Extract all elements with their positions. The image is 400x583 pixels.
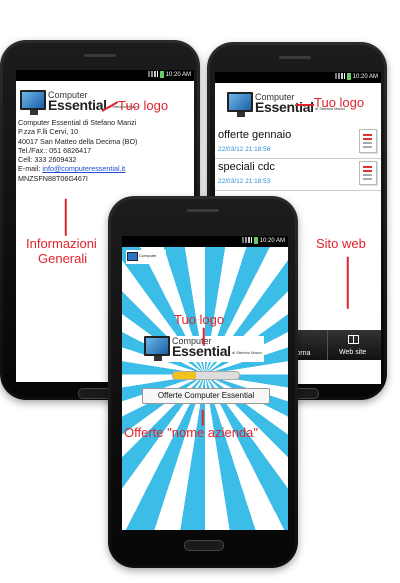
info-line: Tel./Fax.: 051 6826417 bbox=[18, 145, 92, 155]
annotation-logo-left: Tuo logo bbox=[118, 98, 169, 113]
info-line: Computer Essential di Stefano Manzi bbox=[18, 118, 137, 127]
list-item[interactable]: speciali cdc 22/03/12 21:18:53 bbox=[215, 158, 381, 191]
annotation-line bbox=[202, 409, 204, 426]
annotation-logo-center: Tuo logo bbox=[174, 312, 225, 327]
info-line: 40017 San Matteo della Decima (BO) bbox=[18, 136, 138, 146]
email-link[interactable]: info@computeressential.it bbox=[42, 164, 125, 173]
web-site-label: Web site bbox=[339, 349, 367, 356]
monitor-icon bbox=[20, 90, 46, 115]
status-time: 10:20 AM bbox=[259, 238, 285, 244]
status-time: 10:20 AM bbox=[352, 74, 378, 80]
annotation-line bbox=[347, 256, 349, 309]
monitor-icon bbox=[227, 92, 253, 117]
document-thumbnail-icon bbox=[359, 161, 377, 185]
logo-small-text: di Stefano Manzi bbox=[232, 350, 262, 355]
phone-speaker bbox=[84, 54, 116, 57]
monitor-icon bbox=[144, 336, 170, 361]
monitor-icon bbox=[127, 252, 138, 261]
annotation-logo-right: Tuo logo bbox=[314, 95, 365, 110]
annotation-line bbox=[65, 198, 67, 236]
annotation-web: Sito web bbox=[316, 236, 366, 251]
header-logo: Computer bbox=[126, 250, 166, 264]
logo-mini-text: Computer bbox=[139, 253, 157, 258]
info-line: Cell: 333 2609432 bbox=[18, 155, 77, 165]
annotation-line bbox=[203, 327, 205, 346]
logo-main-text: Essential bbox=[255, 99, 314, 115]
logo-main-text: Essential bbox=[48, 97, 107, 113]
status-bar: 10:20 AM bbox=[122, 236, 288, 247]
annotation-info-line2: Generali bbox=[38, 251, 88, 266]
item-date: 22/03/12 21:18:53 bbox=[218, 178, 271, 185]
list-item[interactable]: offerte gennaio 22/03/12 21:18:56 bbox=[215, 126, 381, 159]
info-code: MNZSFN88T06G467I bbox=[18, 173, 88, 183]
home-button[interactable] bbox=[184, 540, 224, 551]
item-date: 22/03/12 21:18:56 bbox=[218, 146, 271, 153]
web-site-icon bbox=[348, 335, 359, 344]
phone-center: 10:20 AM Computer Computer Essential di … bbox=[108, 196, 298, 568]
screen-center: 10:20 AM Computer Computer Essential di … bbox=[122, 236, 288, 530]
battery-icon bbox=[253, 236, 258, 244]
annotation-line bbox=[296, 104, 314, 106]
general-info: Computer Essential di Stefano Manzi P.zz… bbox=[18, 118, 137, 183]
battery-icon bbox=[159, 70, 164, 78]
web-site-button[interactable]: Web site bbox=[328, 330, 381, 360]
email-label: E-mail: bbox=[18, 164, 43, 174]
signal-icon bbox=[147, 71, 158, 78]
info-line: P.zza F.lli Cervi, 10 bbox=[18, 127, 79, 137]
phone-speaker bbox=[279, 56, 311, 59]
annotation-offers: Offerte "nome azienda" bbox=[124, 425, 259, 440]
loading-progress-bar bbox=[172, 371, 240, 380]
document-thumbnail-icon bbox=[359, 129, 377, 153]
offers-button[interactable]: Offerte Computer Essential bbox=[142, 388, 270, 404]
battery-icon bbox=[346, 72, 351, 80]
status-bar: 10:20 AM bbox=[215, 72, 381, 83]
status-bar: 10:20 AM bbox=[16, 70, 194, 81]
item-title: offerte gennaio bbox=[218, 129, 292, 141]
signal-icon bbox=[334, 73, 345, 80]
phone-speaker bbox=[187, 209, 219, 212]
annotation-info-line1: Informazioni bbox=[26, 236, 97, 251]
item-title: speciali cdc bbox=[218, 161, 275, 173]
signal-icon bbox=[241, 237, 252, 244]
logo-main-text: Essential bbox=[172, 343, 231, 359]
email-line: E-mail: info@computeressential.it bbox=[18, 164, 137, 173]
status-time: 10:20 AM bbox=[165, 72, 191, 78]
